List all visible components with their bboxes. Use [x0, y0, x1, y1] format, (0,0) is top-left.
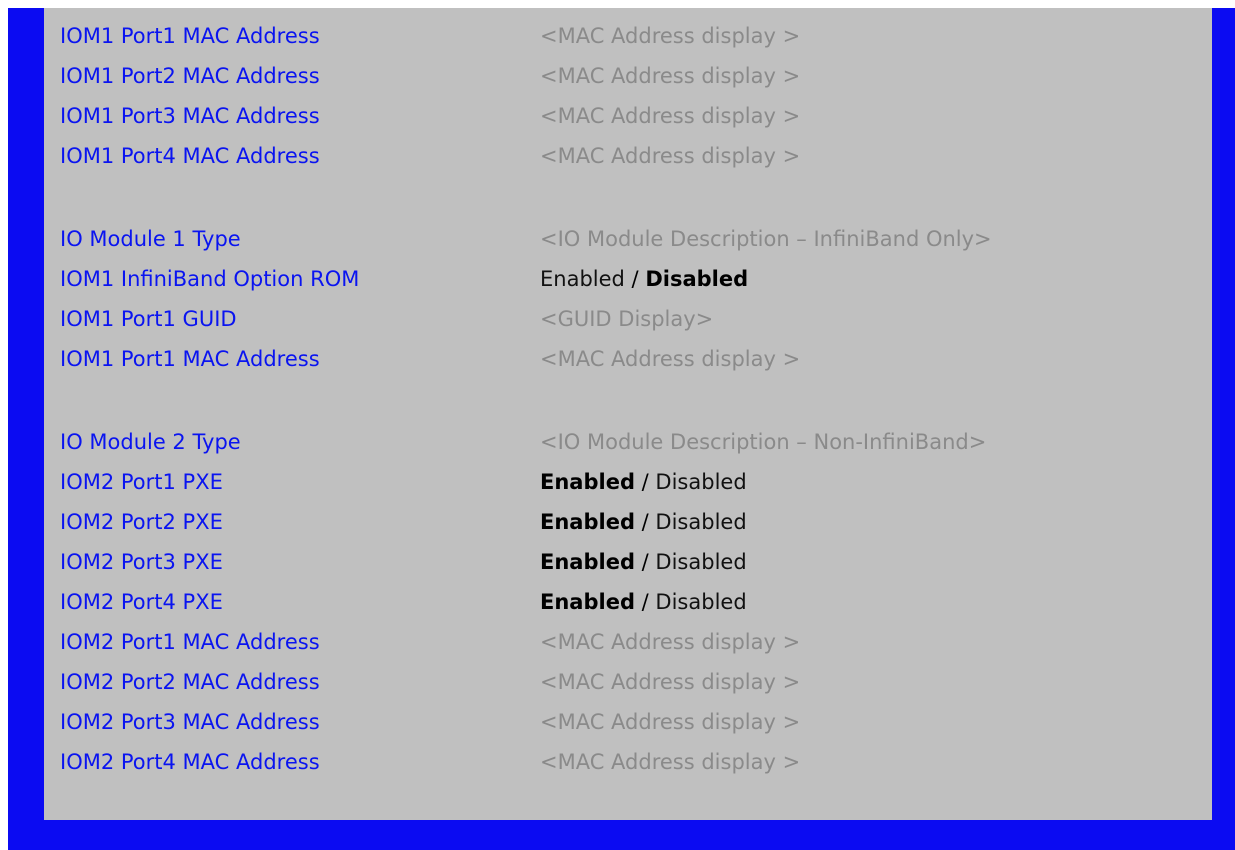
- setting-row-iom1-port2-mac: IOM1 Port2 MAC Address <MAC Address disp…: [44, 61, 1212, 91]
- setting-label: IO Module 2 Type: [60, 430, 241, 454]
- option-toggle[interactable]: Enabled / Disabled: [540, 547, 747, 577]
- setting-label: IOM1 InfiniBand Option ROM: [60, 267, 360, 291]
- setting-label: IOM2 Port2 PXE: [60, 510, 223, 534]
- option-disabled-selected: Disabled: [645, 267, 749, 291]
- setting-label: IOM2 Port4 MAC Address: [60, 750, 320, 774]
- setting-value: <IO Module Description – InfiniBand Only…: [540, 227, 992, 251]
- option-separator: /: [634, 510, 656, 534]
- setting-row-iom1-port1-mac: IOM1 Port1 MAC Address <MAC Address disp…: [44, 21, 1212, 51]
- option-enabled-selected: Enabled: [540, 590, 635, 614]
- option-disabled: Disabled: [655, 470, 747, 494]
- setting-value: <MAC Address display >: [540, 630, 801, 654]
- setting-value: <MAC Address display >: [540, 750, 801, 774]
- setting-label: IOM2 Port2 MAC Address: [60, 670, 320, 694]
- option-toggle[interactable]: Enabled / Disabled: [540, 264, 748, 294]
- option-enabled-selected: Enabled: [540, 550, 635, 574]
- option-enabled-selected: Enabled: [540, 510, 635, 534]
- option-toggle[interactable]: Enabled / Disabled: [540, 587, 747, 617]
- option-separator: /: [624, 267, 646, 291]
- setting-value: <MAC Address display >: [540, 347, 801, 371]
- setting-label: IOM2 Port3 MAC Address: [60, 710, 320, 734]
- setting-label: IOM2 Port1 MAC Address: [60, 630, 320, 654]
- setting-row-iom1-port4-mac: IOM1 Port4 MAC Address <MAC Address disp…: [44, 141, 1212, 171]
- setting-value: <MAC Address display >: [540, 104, 801, 128]
- setting-row-io-module-2-type: IO Module 2 Type <IO Module Description …: [44, 427, 1212, 457]
- option-toggle[interactable]: Enabled / Disabled: [540, 507, 747, 537]
- option-disabled: Disabled: [655, 510, 747, 534]
- setting-label: IOM1 Port2 MAC Address: [60, 64, 320, 88]
- setting-row-iom2-port2-mac: IOM2 Port2 MAC Address <MAC Address disp…: [44, 667, 1212, 697]
- setting-row-iom2-port2-pxe[interactable]: IOM2 Port2 PXE Enabled / Disabled: [44, 507, 1212, 537]
- setting-row-iom2-port4-mac: IOM2 Port4 MAC Address <MAC Address disp…: [44, 747, 1212, 777]
- settings-panel: IOM1 Port1 MAC Address <MAC Address disp…: [44, 8, 1212, 820]
- option-toggle[interactable]: Enabled / Disabled: [540, 467, 747, 497]
- setting-label: IOM1 Port1 GUID: [60, 307, 237, 331]
- option-separator: /: [634, 550, 656, 574]
- setting-label: IOM1 Port3 MAC Address: [60, 104, 320, 128]
- setting-value: <MAC Address display >: [540, 24, 801, 48]
- option-separator: /: [634, 470, 656, 494]
- setting-value: <MAC Address display >: [540, 670, 801, 694]
- screen-frame: IOM1 Port1 MAC Address <MAC Address disp…: [8, 8, 1235, 850]
- setting-row-io-module-1-type: IO Module 1 Type <IO Module Description …: [44, 224, 1212, 254]
- setting-row-iom1-infiniband-option-rom[interactable]: IOM1 InfiniBand Option ROM Enabled / Dis…: [44, 264, 1212, 294]
- setting-label: IOM2 Port1 PXE: [60, 470, 223, 494]
- setting-value: <IO Module Description – Non-InfiniBand>: [540, 430, 987, 454]
- setting-row-iom1-port1-mac-ib: IOM1 Port1 MAC Address <MAC Address disp…: [44, 344, 1212, 374]
- setting-label: IOM1 Port1 MAC Address: [60, 347, 320, 371]
- setting-row-iom2-port1-pxe[interactable]: IOM2 Port1 PXE Enabled / Disabled: [44, 467, 1212, 497]
- setting-value: <MAC Address display >: [540, 144, 801, 168]
- option-separator: /: [634, 590, 656, 614]
- setting-row-iom2-port1-mac: IOM2 Port1 MAC Address <MAC Address disp…: [44, 627, 1212, 657]
- setting-value: <MAC Address display >: [540, 64, 801, 88]
- option-enabled-selected: Enabled: [540, 470, 635, 494]
- setting-row-iom1-port1-guid: IOM1 Port1 GUID <GUID Display>: [44, 304, 1212, 334]
- setting-value: <MAC Address display >: [540, 710, 801, 734]
- setting-label: IOM2 Port4 PXE: [60, 590, 223, 614]
- option-disabled: Disabled: [655, 590, 747, 614]
- option-disabled: Disabled: [655, 550, 747, 574]
- setting-row-iom1-port3-mac: IOM1 Port3 MAC Address <MAC Address disp…: [44, 101, 1212, 131]
- setting-label: IOM1 Port4 MAC Address: [60, 144, 320, 168]
- setting-row-iom2-port3-mac: IOM2 Port3 MAC Address <MAC Address disp…: [44, 707, 1212, 737]
- setting-label: IO Module 1 Type: [60, 227, 241, 251]
- setting-row-iom2-port4-pxe[interactable]: IOM2 Port4 PXE Enabled / Disabled: [44, 587, 1212, 617]
- option-enabled: Enabled: [540, 267, 625, 291]
- setting-label: IOM2 Port3 PXE: [60, 550, 223, 574]
- setting-label: IOM1 Port1 MAC Address: [60, 24, 320, 48]
- setting-value: <GUID Display>: [540, 307, 714, 331]
- setting-row-iom2-port3-pxe[interactable]: IOM2 Port3 PXE Enabled / Disabled: [44, 547, 1212, 577]
